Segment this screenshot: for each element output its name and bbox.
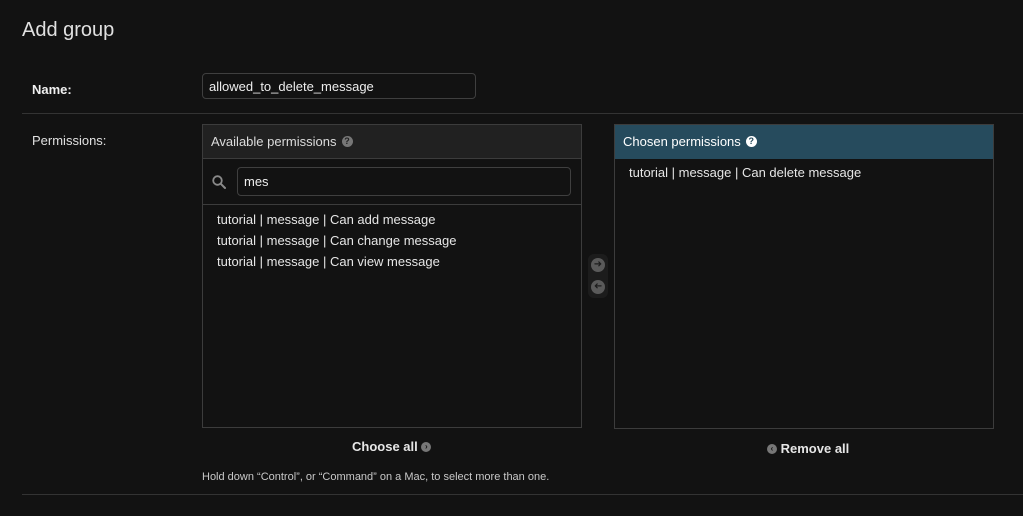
list-item[interactable]: tutorial | message | Can delete message [629, 162, 993, 183]
search-icon [212, 175, 226, 189]
name-row: Name: [22, 64, 1023, 114]
chevron-left-icon: ‹ [767, 443, 777, 454]
page-title: Add group [22, 19, 115, 41]
chosen-permissions-header: Chosen permissions? [615, 125, 993, 159]
filter-input[interactable] [237, 167, 571, 196]
remove-all-label: Remove all [780, 441, 850, 456]
permissions-label: Permissions: [32, 133, 107, 148]
filter-bar [203, 159, 581, 205]
name-input[interactable] [202, 73, 476, 99]
chosen-permissions-list[interactable]: tutorial | message | Can delete message [615, 159, 993, 183]
list-item[interactable]: tutorial | message | Can change message [217, 230, 581, 251]
chosen-permissions-title: Chosen permissions [623, 134, 741, 149]
move-arrows: ➜ ➜ [588, 254, 608, 298]
name-label: Name: [32, 82, 72, 97]
list-item[interactable]: tutorial | message | Can add message [217, 209, 581, 230]
chevron-right-icon: › [421, 441, 432, 452]
remove-all-button[interactable]: ‹ Remove all [767, 441, 849, 456]
arrow-left-icon[interactable]: ➜ [591, 280, 605, 294]
divider [22, 494, 1023, 495]
available-permissions-list[interactable]: tutorial | message | Can add message tut… [203, 205, 581, 272]
help-text: Hold down “Control”, or “Command” on a M… [202, 471, 550, 483]
choose-all-label: Choose all [352, 439, 418, 454]
available-permissions-title: Available permissions [211, 134, 337, 149]
available-permissions-header: Available permissions? [203, 125, 581, 159]
help-icon[interactable]: ? [745, 136, 757, 148]
help-icon[interactable]: ? [341, 136, 353, 148]
available-permissions-box: Available permissions? tutorial | messag… [202, 124, 582, 428]
choose-all-button[interactable]: Choose all › [352, 439, 432, 454]
list-item[interactable]: tutorial | message | Can view message [217, 251, 581, 272]
chosen-permissions-box: Chosen permissions? tutorial | message |… [614, 124, 994, 429]
arrow-right-icon[interactable]: ➜ [591, 258, 605, 272]
